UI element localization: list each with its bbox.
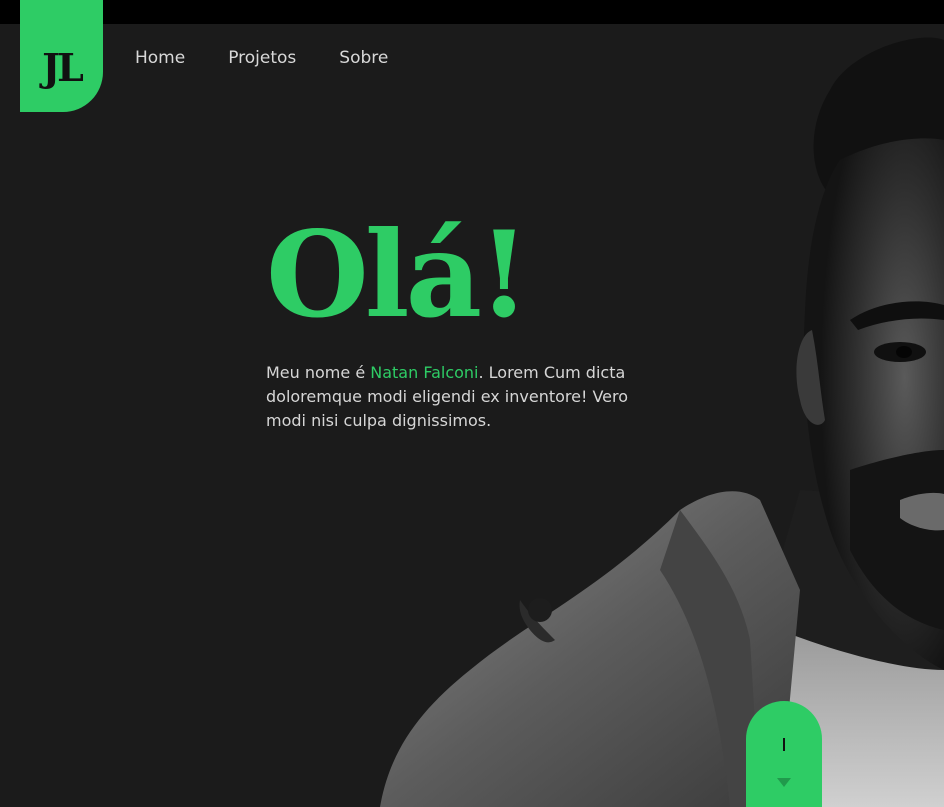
nav-item-projetos[interactable]: Projetos — [228, 46, 296, 70]
scroll-line-icon — [783, 738, 785, 751]
logo[interactable]: JL — [20, 0, 103, 112]
main-nav: Home Projetos Sobre — [135, 46, 431, 70]
scroll-down-button[interactable] — [746, 701, 822, 807]
logo-text: JL — [42, 45, 84, 90]
hero-text-intro: Meu nome é — [266, 363, 371, 382]
hero-title: Olá! — [266, 205, 530, 344]
nav-item-home[interactable]: Home — [135, 46, 185, 70]
chevron-down-icon — [777, 778, 791, 787]
nav-item-sobre[interactable]: Sobre — [339, 46, 388, 70]
hero-name: Natan Falconi — [370, 363, 479, 382]
hero-description: Meu nome é Natan Falconi. Lorem Cum dict… — [266, 361, 646, 433]
top-bar — [0, 0, 944, 24]
page: JL Home Projetos Sobre Olá! Meu nome é N… — [0, 0, 944, 807]
